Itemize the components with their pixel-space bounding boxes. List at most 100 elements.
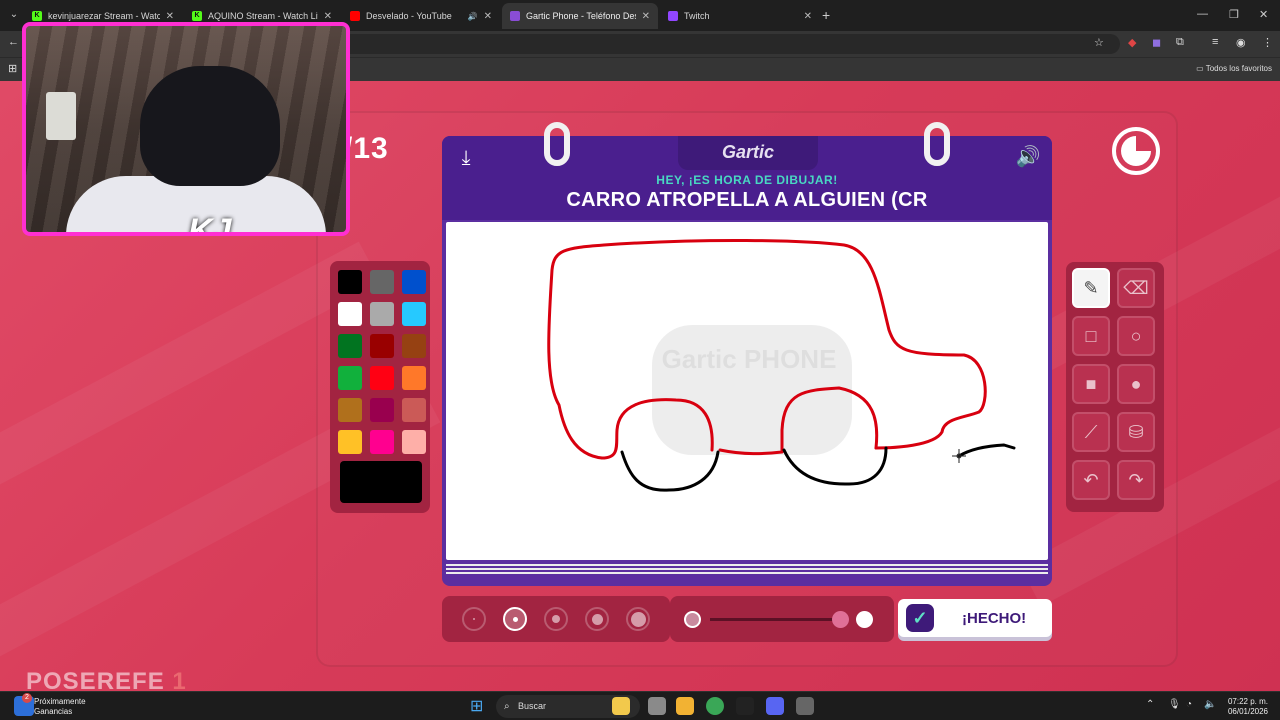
close-tab-icon[interactable]: ✕ [804,11,812,22]
all-bookmarks-link[interactable]: ▭ Todos los favoritos [1196,64,1272,73]
favicon-icon: K [192,11,202,21]
taskbar-app-icon[interactable] [736,697,754,715]
taskbar-app-icon[interactable] [648,697,666,715]
brush-size-option[interactable] [626,607,650,631]
prompt-header: HEY, ¡ES HORA DE DIBUJAR! [656,173,838,187]
notebook-pages [446,562,1048,578]
taskbar-app-icon[interactable] [766,697,784,715]
drawing-stroke [620,450,720,492]
opacity-slider[interactable] [670,596,894,642]
color-swatch[interactable] [338,302,362,326]
close-tab-icon[interactable]: ✕ [642,11,650,22]
back-icon[interactable]: ← [8,36,19,48]
profile-icon[interactable]: ◉ [1236,36,1246,49]
undo-tool-button[interactable]: ↶ [1072,460,1110,500]
browser-tab[interactable]: Desvelado - YouTube 🔊 ✕ [342,3,500,29]
taskbar-app-icon[interactable] [612,697,630,715]
tool-panel: ✎ ⌫ □ ○ ■ ● ⟋ ⛁ ↶ ↷ [1066,262,1164,512]
brush-size-option[interactable] [585,607,609,631]
maximize-icon[interactable]: ❐ [1229,8,1239,21]
microphone-icon[interactable]: 🎙 [1168,699,1181,710]
color-swatch[interactable] [402,366,426,390]
notebook-ring [924,122,950,166]
apps-grid-icon[interactable]: ⊞ [8,62,17,75]
webcam-overlay: KJ [22,22,350,236]
brush-size-option[interactable] [503,607,527,631]
extension-icon-2[interactable]: ◼ [1152,36,1161,49]
filled-ellipse-tool-button[interactable]: ● [1117,364,1155,404]
taskbar-app-icon[interactable] [796,697,814,715]
pencil-tool-button[interactable]: ✎ [1072,268,1110,308]
color-swatch[interactable] [402,430,426,454]
color-swatch[interactable] [370,334,394,358]
new-tab-button[interactable]: + [822,7,830,23]
color-swatch[interactable] [370,366,394,390]
favicon-icon [668,11,678,21]
close-tab-icon[interactable]: ✕ [484,11,492,22]
color-swatch[interactable] [370,430,394,454]
rectangle-icon: □ [1085,325,1097,346]
filled-rectangle-tool-button[interactable]: ■ [1072,364,1110,404]
widgets-text[interactable]: Próximamente Ganancias [34,697,86,717]
done-button[interactable]: ✓ ¡HECHO! [898,599,1052,637]
color-swatch[interactable] [370,398,394,422]
ellipse-tool-button[interactable]: ○ [1117,316,1155,356]
undo-icon: ↶ [1083,469,1099,490]
tab-audio-icon[interactable]: 🔊 [468,12,478,21]
color-swatch[interactable] [338,270,362,294]
color-swatch[interactable] [402,270,426,294]
browser-tab[interactable]: Gartic Phone - Teléfono Descon✕ [502,3,658,29]
browser-tab[interactable]: Twitch ✕ [660,3,820,29]
drawing-stroke [957,443,1016,458]
speaker-icon[interactable]: 🔊 [1014,144,1042,170]
extension-icon[interactable]: ◆ [1128,36,1136,49]
address-bar[interactable] [330,34,1120,54]
taskbar-app-icon[interactable] [676,697,694,715]
download-icon[interactable]: ⤓ [454,146,478,170]
extensions-puzzle-icon[interactable]: ⧉ [1176,36,1184,49]
tray-chevron-icon[interactable]: ⌃ [1146,699,1154,710]
color-swatch[interactable] [338,366,362,390]
brush-size-panel [442,596,670,642]
brush-dot-icon [552,615,560,623]
drawing-canvas[interactable]: Gartic PHONE [446,222,1048,560]
close-tab-icon[interactable]: ✕ [166,11,174,22]
network-icon[interactable]: ◔ [1186,699,1192,710]
menu-kebab-icon[interactable]: ⋮ [1262,36,1273,49]
bookmark-star-icon[interactable]: ☆ [1094,36,1104,49]
color-swatch[interactable] [338,334,362,358]
opacity-handle[interactable] [832,611,849,628]
favicon-icon [350,11,360,21]
pencil-icon: ✎ [1083,277,1099,298]
tab-search-dropdown-icon[interactable]: ⌄ [6,7,22,23]
favicon-icon: K [32,11,42,21]
color-swatch[interactable] [402,302,426,326]
color-swatch[interactable] [402,334,426,358]
redo-tool-button[interactable]: ↷ [1117,460,1155,500]
notebook-ring [544,122,570,166]
close-tab-icon[interactable]: ✕ [324,11,332,22]
filled-ellipse-icon: ● [1130,373,1142,394]
brush-size-option[interactable] [462,607,486,631]
color-swatch[interactable] [338,398,362,422]
brush-dot-icon [473,618,475,620]
line-tool-button[interactable]: ⟋ [1072,412,1110,452]
color-swatch[interactable] [338,430,362,454]
eraser-icon: ⌫ [1123,277,1149,298]
windows-start-icon[interactable]: ⊞ [470,698,487,715]
media-control-icon[interactable]: ≡ [1212,36,1218,48]
taskbar-app-icon[interactable] [706,697,724,715]
eraser-tool-button[interactable]: ⌫ [1117,268,1155,308]
taskbar-clock[interactable]: 07:22 p. m. 06/01/2026 [1222,697,1268,717]
minimize-icon[interactable]: — [1197,8,1208,20]
close-window-icon[interactable]: ✕ [1259,8,1268,21]
canvas-watermark-text: Gartic PHONE [662,344,837,374]
fill-bucket-tool-button[interactable]: ⛁ [1117,412,1155,452]
color-swatch[interactable] [370,302,394,326]
color-swatch[interactable] [370,270,394,294]
rectangle-tool-button[interactable]: □ [1072,316,1110,356]
brush-size-option[interactable] [544,607,568,631]
color-swatch[interactable] [402,398,426,422]
wall-outlet [46,92,76,140]
volume-icon[interactable]: 🔈 [1204,699,1216,710]
